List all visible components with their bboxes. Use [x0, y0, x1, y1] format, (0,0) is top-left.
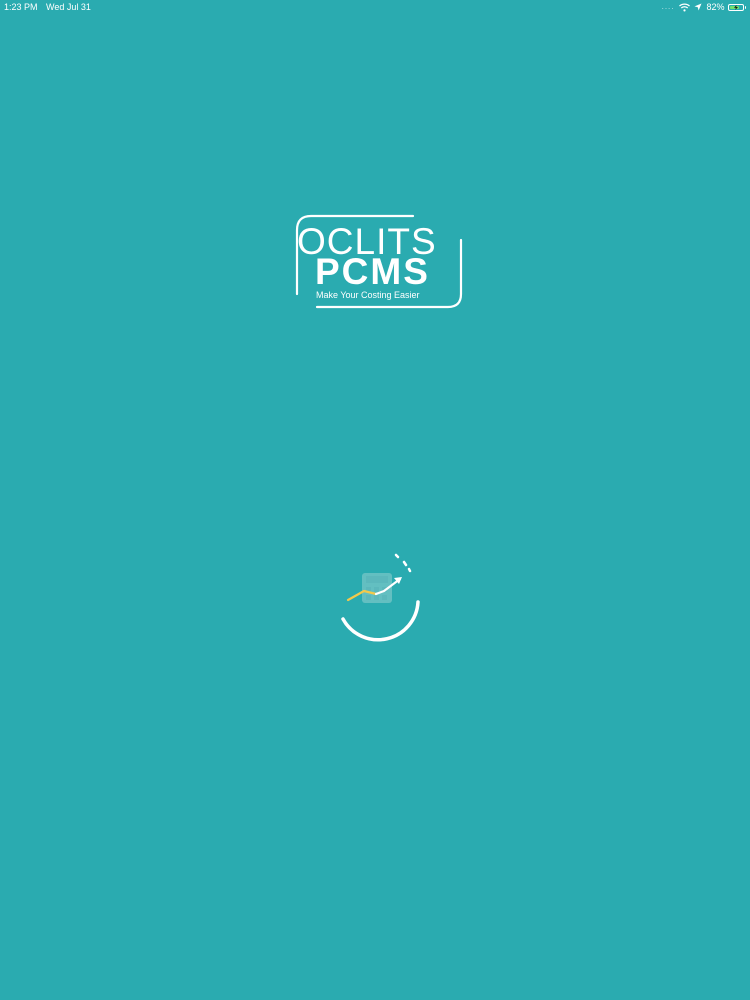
location-arrow-icon	[694, 3, 702, 11]
app-logo: OCLITS PCMS Make Your Costing Easier	[285, 214, 465, 310]
logo-brand-word2: PCMS	[315, 251, 430, 292]
battery-percent: 82%	[706, 2, 725, 12]
status-time: 1:23 PM	[4, 2, 38, 12]
charging-bolt-icon	[733, 4, 738, 10]
loading-spinner-graphic	[341, 553, 420, 642]
battery-charging-icon	[727, 3, 744, 11]
status-date: Wed Jul 31	[46, 2, 91, 12]
wifi-icon	[679, 3, 691, 12]
loading-spinner	[336, 548, 426, 643]
logo-tagline: Make Your Costing Easier	[316, 290, 420, 300]
status-bar: 1:23 PM Wed Jul 31 .... 82%	[0, 0, 750, 14]
cellular-signal-dots: ....	[661, 2, 675, 11]
battery-cap	[744, 5, 746, 9]
status-left: 1:23 PM Wed Jul 31	[4, 0, 91, 14]
status-right: .... 82%	[662, 0, 746, 14]
